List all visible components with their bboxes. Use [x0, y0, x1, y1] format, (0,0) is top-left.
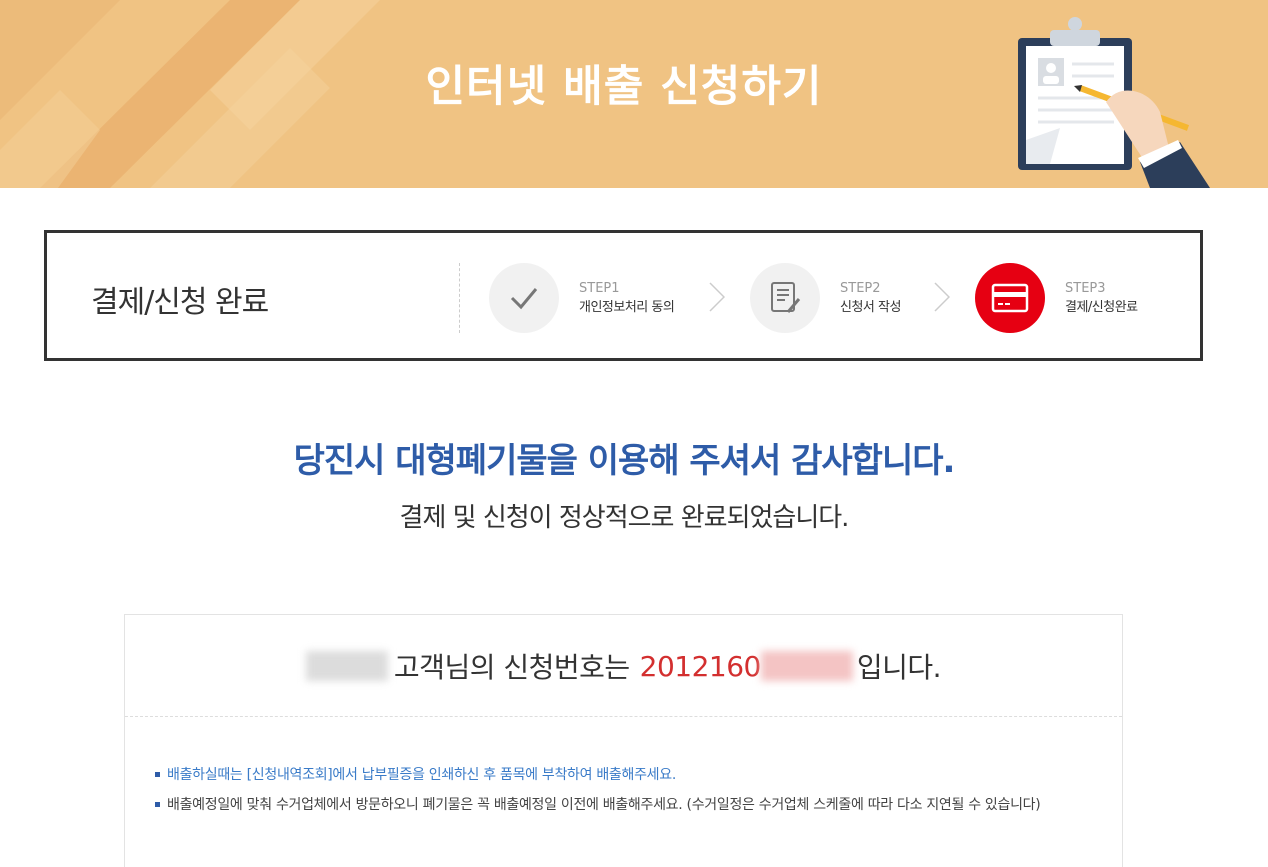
step-1-number: STEP1	[579, 281, 620, 296]
completion-message: 결제 및 신청이 정상적으로 완료되었습니다.	[399, 503, 850, 533]
page-banner: 인터넷 배출 신청하기	[0, 0, 1268, 188]
credit-card-icon	[991, 283, 1029, 313]
step-2-circle	[750, 263, 820, 333]
step-3-label: 결제/신청완료	[1065, 300, 1138, 315]
document-edit-icon	[771, 282, 801, 313]
check-icon	[510, 288, 538, 310]
customer-name-redacted	[305, 651, 388, 681]
notice-list: 배출하실때는 [신청내역조회]에서 납부필증을 인쇄하신 후 품목에 부착하여 …	[155, 763, 1095, 823]
bullet-icon	[155, 772, 160, 777]
step-3-number: STEP3	[1065, 281, 1106, 296]
application-number-redacted	[760, 651, 853, 681]
notice-item: 배출하실때는 [신청내역조회]에서 납부필증을 인쇄하신 후 품목에 부착하여 …	[155, 763, 1095, 787]
step-3-circle	[975, 263, 1045, 333]
application-result-box: 고객님의 신청번호는 2012160 입니다. 배출하실때는 [신청내역조회]에…	[124, 614, 1123, 867]
step-1-label: 개인정보처리 동의	[579, 300, 675, 315]
notice-text: 배출예정일에 맞춰 수거업체에서 방문하오니 폐기물은 꼭 배출예정일 이전에 …	[167, 797, 1041, 813]
result-separator	[125, 716, 1122, 717]
notice-item: 배출예정일에 맞춰 수거업체에서 방문하오니 폐기물은 꼭 배출예정일 이전에 …	[155, 793, 1095, 817]
customer-suffix-text: 고객님의 신청번호는	[393, 651, 630, 684]
step-1-circle	[489, 263, 559, 333]
chevron-right-icon	[934, 282, 950, 312]
thank-you-heading: 당진시 대형폐기물을 이용해 주셔서 감사합니다.	[293, 441, 956, 481]
step-progress-bar: 결제/신청 완료 STEP1 개인정보처리 동의 STEP2 신청서 작성 ST…	[44, 230, 1203, 361]
application-number: 2012160	[639, 649, 762, 683]
chevron-right-icon	[709, 282, 725, 312]
step-2-label: 신청서 작성	[840, 300, 901, 315]
bullet-icon	[155, 802, 160, 807]
step-2-number: STEP2	[840, 281, 881, 296]
stepbar-divider	[459, 263, 460, 333]
ending-text: 입니다.	[856, 651, 942, 684]
clipboard-illustration	[1018, 17, 1210, 188]
current-step-title: 결제/신청 완료	[91, 285, 269, 320]
application-number-line: 고객님의 신청번호는 2012160 입니다.	[125, 643, 1122, 689]
notice-text: 배출하실때는 [신청내역조회]에서 납부필증을 인쇄하신 후 품목에 부착하여 …	[167, 767, 676, 783]
